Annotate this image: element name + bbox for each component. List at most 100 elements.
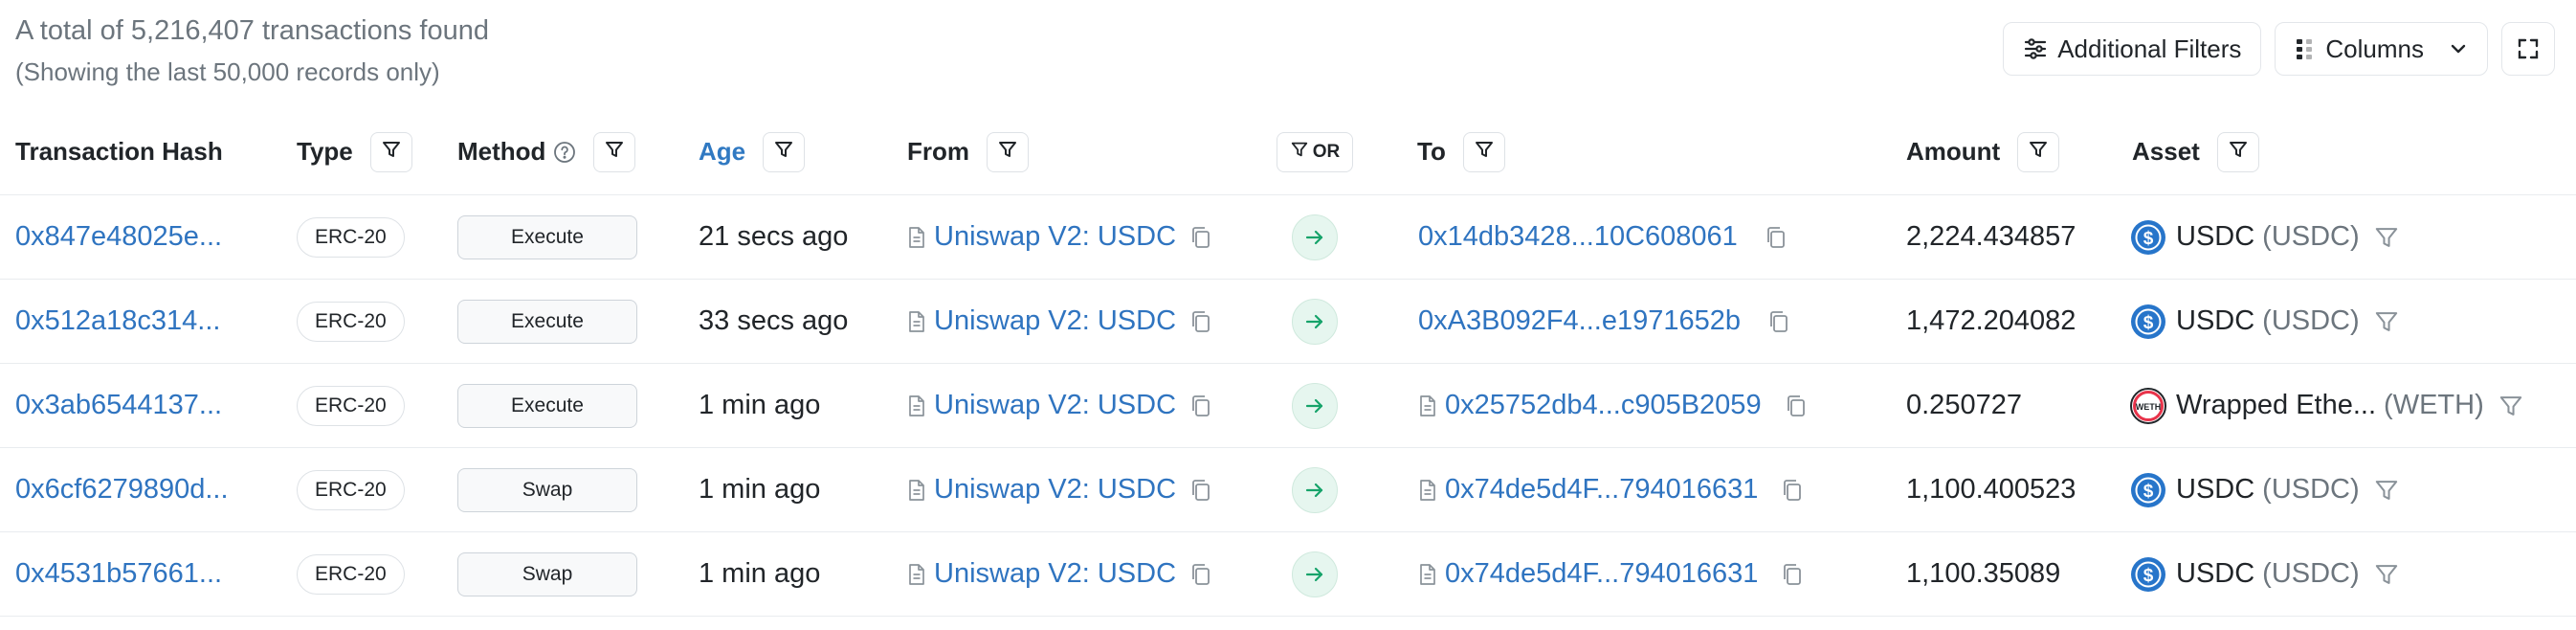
- from-cell: Uniswap V2: USDC: [907, 448, 1212, 531]
- filter-icon[interactable]: [2373, 224, 2400, 251]
- filter-icon[interactable]: [2373, 308, 2400, 335]
- additional-filters-label: Additional Filters: [2057, 34, 2242, 63]
- usdc-icon: $: [2130, 472, 2166, 508]
- contract-icon: [907, 394, 926, 417]
- contract-icon: [907, 479, 926, 502]
- to-cell: 0x74de5d4F...794016631: [1418, 532, 1804, 616]
- to-address-link[interactable]: 0x25752db4...c905B2059: [1445, 390, 1762, 421]
- copy-icon[interactable]: [1189, 394, 1212, 418]
- svg-text:$: $: [2143, 482, 2154, 502]
- filter-icon[interactable]: [2498, 393, 2524, 419]
- method-cell: Execute: [457, 364, 637, 447]
- method-cell: Execute: [457, 195, 637, 279]
- copy-icon[interactable]: [1781, 562, 1804, 587]
- type-badge: ERC-20: [297, 385, 405, 426]
- usdc-icon: $: [2130, 219, 2166, 256]
- age-filter-button[interactable]: [763, 131, 806, 172]
- copy-icon[interactable]: [1781, 478, 1804, 503]
- columns-dropdown[interactable]: Columns: [2275, 22, 2488, 76]
- method-badge[interactable]: Swap: [457, 467, 637, 512]
- hash-cell: 0x512a18c314...: [15, 280, 220, 363]
- type-filter-button[interactable]: [369, 131, 412, 172]
- asset-cell: $ USDC (USDC): [2130, 532, 2400, 616]
- method-filter-button[interactable]: [593, 131, 636, 172]
- additional-filters-button[interactable]: Additional Filters: [2003, 22, 2262, 76]
- table-row: 0x6cf6279890d... ERC-20 Swap 1 min ago U…: [0, 448, 2576, 532]
- amount-filter-button[interactable]: [2017, 131, 2060, 172]
- amount-text: 0.250727: [1906, 390, 2022, 420]
- copy-icon[interactable]: [1189, 478, 1212, 503]
- or-filter-button[interactable]: OR: [1277, 131, 1353, 172]
- copy-icon[interactable]: [1189, 225, 1212, 250]
- svg-text:$: $: [2143, 313, 2154, 333]
- asset-name-link[interactable]: Wrapped Ethe...: [2176, 390, 2376, 421]
- table-row: 0x512a18c314... ERC-20 Execute 33 secs a…: [0, 280, 2576, 364]
- col-type-label: Type: [297, 137, 353, 166]
- type-cell: ERC-20: [297, 280, 405, 363]
- from-filter-button[interactable]: [987, 131, 1029, 172]
- col-from: From: [907, 109, 1029, 194]
- copy-icon[interactable]: [1785, 394, 1808, 418]
- usdc-icon: $: [2130, 556, 2166, 593]
- tx-hash-link[interactable]: 0x3ab6544137...: [15, 390, 222, 421]
- tx-hash-link[interactable]: 0x847e48025e...: [15, 221, 222, 253]
- or-label: OR: [1312, 141, 1341, 162]
- from-address-link[interactable]: Uniswap V2: USDC: [934, 221, 1176, 253]
- table-toolbar: Additional Filters Columns: [2003, 22, 2555, 76]
- asset-name-link[interactable]: USDC: [2176, 221, 2254, 253]
- col-from-label: From: [907, 137, 969, 166]
- to-address-link[interactable]: 0xA3B092F4...e1971652b: [1418, 305, 1741, 337]
- method-badge[interactable]: Swap: [457, 551, 637, 596]
- expand-icon: [2516, 36, 2541, 61]
- to-address-link[interactable]: 0x74de5d4F...794016631: [1445, 558, 1758, 590]
- to-cell: 0xA3B092F4...e1971652b: [1418, 280, 1790, 363]
- fullscreen-button[interactable]: [2501, 22, 2555, 76]
- asset-symbol: (USDC): [2262, 558, 2360, 589]
- copy-icon[interactable]: [1767, 309, 1790, 334]
- help-icon[interactable]: [553, 141, 576, 164]
- asset-filter-button[interactable]: [2216, 131, 2259, 172]
- method-badge[interactable]: Execute: [457, 299, 637, 344]
- age-text: 1 min ago: [699, 474, 821, 505]
- tx-hash-link[interactable]: 0x512a18c314...: [15, 305, 220, 337]
- direction-cell: [1292, 364, 1338, 447]
- filter-icon: [2028, 137, 2049, 167]
- asset-name-link[interactable]: USDC: [2176, 558, 2254, 590]
- col-age-label[interactable]: Age: [699, 137, 745, 167]
- age-cell: 1 min ago: [699, 532, 820, 616]
- col-amount-label: Amount: [1906, 137, 2001, 166]
- method-badge[interactable]: Execute: [457, 214, 637, 259]
- to-cell: 0x14db3428...10C608061: [1418, 195, 1788, 279]
- method-cell: Swap: [457, 448, 637, 531]
- to-filter-button[interactable]: [1462, 131, 1505, 172]
- tx-hash-link[interactable]: 0x6cf6279890d...: [15, 474, 229, 506]
- age-text: 21 secs ago: [699, 221, 849, 252]
- to-address-link[interactable]: 0x74de5d4F...794016631: [1445, 474, 1758, 506]
- copy-icon[interactable]: [1189, 309, 1212, 334]
- copy-icon[interactable]: [1765, 225, 1788, 250]
- asset-name-link[interactable]: USDC: [2176, 474, 2254, 506]
- from-address-link[interactable]: Uniswap V2: USDC: [934, 390, 1176, 421]
- tx-hash-link[interactable]: 0x4531b57661...: [15, 558, 222, 590]
- direction-cell: [1292, 448, 1338, 531]
- sliders-icon: [2023, 36, 2048, 61]
- method-badge[interactable]: Execute: [457, 383, 637, 428]
- from-cell: Uniswap V2: USDC: [907, 195, 1212, 279]
- col-to: To: [1417, 109, 1505, 194]
- contract-icon: [1418, 394, 1437, 417]
- amount-cell: 1,472.204082: [1906, 280, 2076, 363]
- asset-name-link[interactable]: USDC: [2176, 305, 2254, 337]
- copy-icon[interactable]: [1189, 562, 1212, 587]
- to-address-link[interactable]: 0x14db3428...10C608061: [1418, 221, 1738, 253]
- filter-icon[interactable]: [2373, 561, 2400, 588]
- from-address-link[interactable]: Uniswap V2: USDC: [934, 558, 1176, 590]
- filter-icon: [604, 137, 625, 167]
- direction-cell: [1292, 532, 1338, 616]
- from-address-link[interactable]: Uniswap V2: USDC: [934, 474, 1176, 506]
- filter-icon: [1290, 140, 1309, 165]
- table-row: 0x847e48025e... ERC-20 Execute 21 secs a…: [0, 195, 2576, 280]
- filter-icon[interactable]: [2373, 477, 2400, 504]
- contract-icon: [907, 563, 926, 586]
- table-body: 0x847e48025e... ERC-20 Execute 21 secs a…: [0, 195, 2576, 617]
- from-address-link[interactable]: Uniswap V2: USDC: [934, 305, 1176, 337]
